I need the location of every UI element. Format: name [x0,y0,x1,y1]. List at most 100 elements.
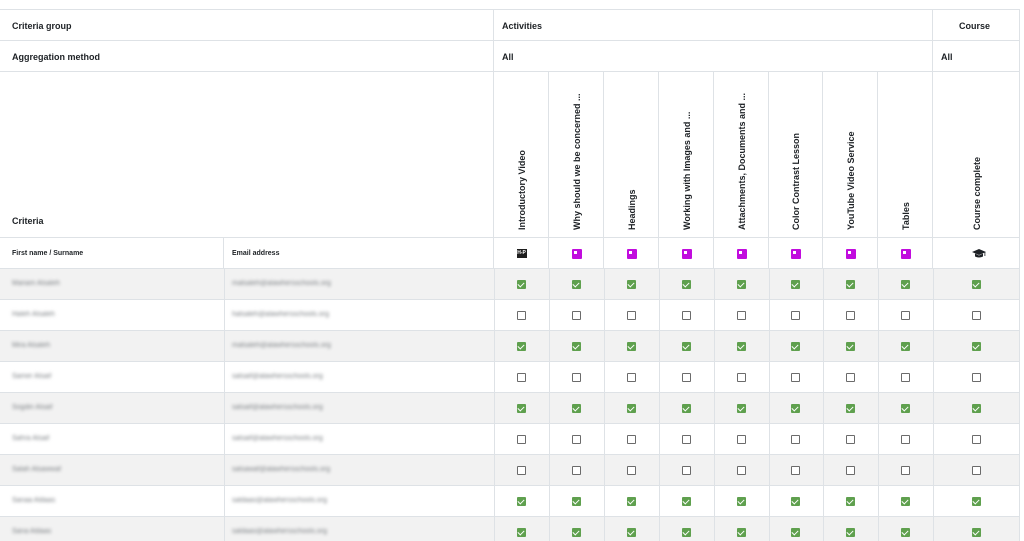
completion-complete-icon [900,280,910,289]
first-name-surname-link[interactable]: First name / Surname [12,250,83,257]
column-divider [659,300,660,331]
column-divider [604,486,605,517]
activity-name-link[interactable]: Attachments, Documents and ... [737,93,747,230]
column-divider [659,331,660,362]
column-divider [494,517,495,541]
completion-incomplete-icon [516,466,526,475]
activity-name-link[interactable]: Color Contrast Lesson [791,133,801,230]
activity-name-link[interactable]: Working with Images and ... [682,112,692,230]
completion-incomplete-icon [681,435,691,444]
column-divider [224,300,225,331]
activity-header-cell: Attachments, Documents and ... [714,72,769,238]
activity-icon-cell [933,238,1020,269]
column-divider [659,362,660,393]
column-divider [549,517,550,541]
completion-incomplete-icon [845,373,855,382]
user-name-link[interactable]: Sahra Alsaif [12,435,49,442]
completion-incomplete-icon [626,373,636,382]
column-divider [714,455,715,486]
user-name-link[interactable]: Salah Alsawwaf [12,466,61,473]
column-divider [224,331,225,362]
completion-incomplete-icon [900,435,910,444]
completion-complete-icon [736,280,746,289]
user-email: salsaif@alawhersschools.org [232,404,323,411]
completion-complete-icon [971,497,981,506]
column-divider [1019,486,1020,517]
completion-incomplete-icon [571,435,581,444]
criteria-cell: Criteria [0,72,494,238]
activity-name-link[interactable]: YouTube Video Service [846,131,856,230]
column-divider [1019,455,1020,486]
activity-icon-cell: H-P [494,238,549,269]
completion-incomplete-icon [681,373,691,382]
column-divider [659,486,660,517]
column-divider [878,300,879,331]
first-name-header[interactable]: First name / Surname [0,238,224,269]
column-divider [823,424,824,455]
activity-icon-cell [823,238,878,269]
user-name-link[interactable]: Samer Alsaif [12,373,51,380]
column-divider [224,486,225,517]
column-divider [823,362,824,393]
completion-incomplete-icon [791,373,800,382]
completion-incomplete-icon [845,311,855,320]
completion-complete-icon [971,528,981,537]
column-divider [878,362,879,393]
column-divider [549,362,550,393]
course-group-cell: Course [933,9,1020,41]
user-name-link[interactable]: Sanaa Aldaas [12,497,55,504]
completion-incomplete-icon [845,466,855,475]
column-divider [933,455,934,486]
completion-report: Criteria group Activities Course Aggrega… [0,0,1024,541]
email-header[interactable]: Email address [224,238,494,269]
column-divider [604,362,605,393]
course-complete-label: Course complete [971,156,982,230]
column-divider [823,455,824,486]
completion-incomplete-icon [845,435,855,444]
column-divider [604,517,605,541]
column-divider [659,517,660,541]
user-name-link[interactable]: Mariam Alsaleh [12,280,60,287]
table-row: Salah Alsawwaf salsawaf@alawhersschools.o… [0,455,1020,486]
completion-incomplete-icon [516,435,526,444]
column-divider [549,393,550,424]
column-divider [823,486,824,517]
activity-name-link[interactable]: Introductory Video [517,150,527,230]
completion-incomplete-icon [681,466,691,475]
activity-header-cell: Introductory Video [494,72,549,238]
column-divider [714,424,715,455]
column-divider [224,424,225,455]
completion-incomplete-icon [791,435,800,444]
completion-complete-icon [571,342,581,351]
completion-incomplete-icon [900,373,910,382]
lesson-icon [571,249,582,259]
user-name-link[interactable]: Haleh Alsaleh [12,311,55,318]
column-divider [604,455,605,486]
completion-complete-icon [971,280,981,289]
activity-name-link[interactable]: Headings [627,189,637,230]
activity-name-link[interactable]: Why should we be concerned ... [572,93,582,230]
completion-complete-icon [791,342,800,351]
criteria-group-cell: Criteria group [0,9,494,41]
user-name-link[interactable]: Mira Alsaleh [12,342,50,349]
activity-header-cell: Tables [878,72,933,238]
completion-incomplete-icon [971,373,981,382]
completion-incomplete-icon [516,311,526,320]
graduation-cap-icon [971,249,986,258]
completion-complete-icon [571,528,581,537]
activity-name-link[interactable]: Tables [901,202,911,230]
completion-complete-icon [736,342,746,351]
user-name-link[interactable]: Sana Aldaas [12,528,51,535]
activity-header-cell: Why should we be concerned ... [549,72,604,238]
completion-incomplete-icon [971,435,981,444]
completion-incomplete-icon [736,373,746,382]
column-divider [769,269,770,300]
table-row: Sogdin Alsaif salsaif@alawhersschools.org [0,393,1020,424]
column-divider [714,517,715,541]
user-name-link[interactable]: Sogdin Alsaif [12,404,52,411]
completion-complete-icon [845,342,855,351]
lesson-icon [845,249,856,259]
email-address-link[interactable]: Email address [232,250,279,257]
column-divider [714,331,715,362]
column-divider [878,331,879,362]
